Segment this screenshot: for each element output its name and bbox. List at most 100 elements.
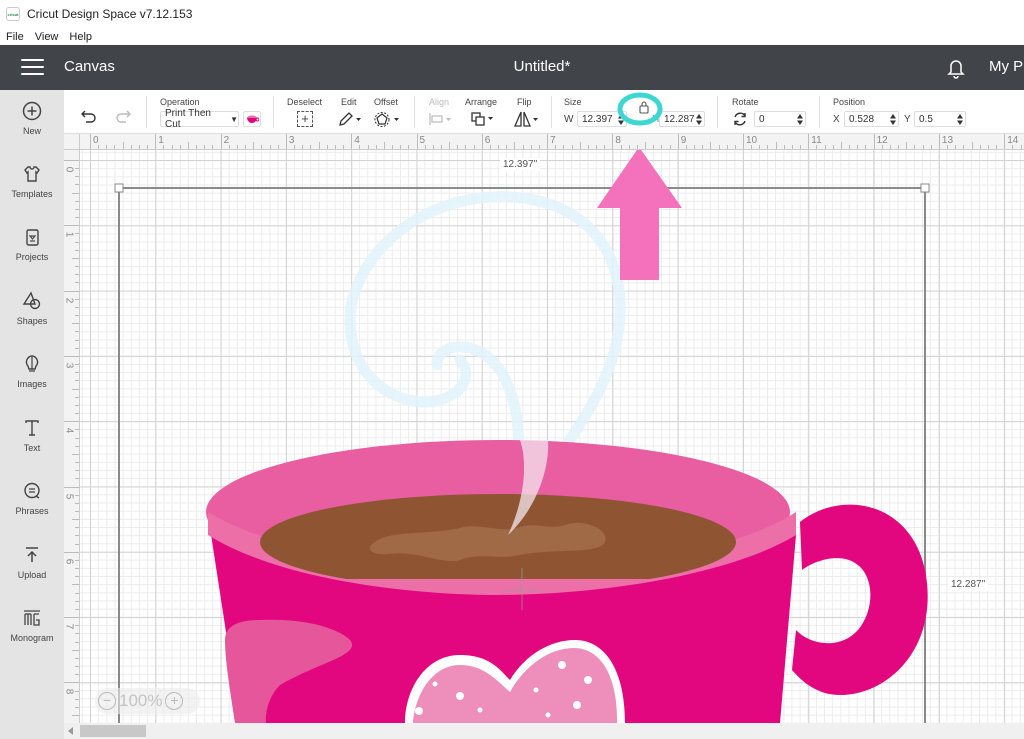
- menu-bar: File View Help: [0, 28, 1024, 45]
- undo-icon[interactable]: [80, 108, 98, 124]
- ruler-major-tick: [808, 134, 810, 149]
- sidebar-item-phrases[interactable]: Phrases: [0, 480, 64, 540]
- ruler-minor-tick: [72, 388, 79, 390]
- cup-thumbnail-icon: [246, 115, 259, 123]
- my-projects-link[interactable]: My Projects: [989, 58, 1024, 75]
- ruler-major-tick: [64, 160, 79, 161]
- rotate-input[interactable]: 0: [754, 111, 806, 127]
- sidebar-item-new[interactable]: New: [0, 100, 64, 160]
- ruler-label: 7: [550, 135, 556, 146]
- ruler-major-tick: [873, 134, 875, 149]
- sidebar-item-shapes[interactable]: Shapes: [0, 290, 64, 350]
- x-spinner-icon[interactable]: [890, 114, 896, 125]
- ruler-label: 4: [64, 427, 75, 434]
- deselect-label: Deselect: [287, 97, 323, 107]
- sidebar-item-text[interactable]: Text: [0, 417, 64, 477]
- sidebar-label: Text: [23, 443, 41, 453]
- sidebar-item-monogram[interactable]: Monogram: [0, 607, 64, 667]
- ruler-major-tick: [64, 551, 79, 553]
- sidebar-item-projects[interactable]: Projects: [0, 226, 64, 286]
- ruler-major-tick: [285, 134, 287, 149]
- ruler-minor-tick: [971, 142, 973, 149]
- offset-icon[interactable]: [374, 111, 402, 127]
- offset-label: Offset: [374, 97, 398, 107]
- scroll-left-arrow-icon[interactable]: [68, 727, 73, 735]
- align-label: Align: [429, 97, 450, 107]
- lightbulb-icon: [25, 355, 39, 372]
- ruler-major-tick: [416, 134, 418, 149]
- height-value: 12.287: [664, 113, 695, 125]
- flip-icon[interactable]: [513, 110, 541, 128]
- y-position-input[interactable]: 0.5: [914, 111, 966, 127]
- x-value: 0.528: [849, 113, 875, 125]
- menu-view[interactable]: View: [35, 31, 59, 43]
- ruler-label: 9: [680, 135, 687, 146]
- y-spinner-icon[interactable]: [957, 114, 963, 125]
- sidebar-label: Monogram: [10, 633, 54, 643]
- ruler-label: 2: [223, 135, 230, 146]
- ruler-minor-tick: [72, 715, 79, 717]
- menu-help[interactable]: Help: [69, 31, 92, 43]
- ruler-label: 3: [64, 362, 75, 369]
- ruler-major-tick: [677, 134, 679, 149]
- rotate-icon[interactable]: [732, 111, 748, 127]
- bell-icon[interactable]: [945, 57, 967, 79]
- ruler-label: 14: [1007, 135, 1019, 146]
- left-ruler: 0 1 2 3 4 5 6 7 8: [64, 150, 80, 723]
- sidebar-label: Templates: [11, 189, 53, 199]
- redo-icon[interactable]: [114, 108, 132, 124]
- ruler-label: 4: [354, 135, 360, 146]
- ruler-label: 5: [64, 493, 75, 499]
- sidebar-item-upload[interactable]: Upload: [0, 544, 64, 604]
- design-canvas[interactable]: 12.397" 12.287": [80, 150, 1024, 723]
- zoom-out-button[interactable]: −: [98, 692, 116, 710]
- logo-text: cricut: [7, 11, 19, 17]
- rotate-value: 0: [759, 113, 765, 125]
- ruler-minor-tick: [645, 142, 647, 149]
- ruler-label: 13: [941, 135, 954, 146]
- menu-file[interactable]: File: [6, 31, 24, 43]
- sidebar-label: Upload: [17, 570, 47, 580]
- ruler-major-tick: [155, 134, 157, 149]
- selection-handle-top-left: [114, 183, 124, 193]
- scrollbar-thumb[interactable]: [80, 725, 146, 737]
- ruler-minor-tick: [72, 649, 79, 651]
- rotate-spinner-icon[interactable]: [797, 114, 803, 125]
- ruler-label: 8: [615, 135, 621, 146]
- width-value: 12.397: [582, 113, 613, 125]
- align-icon[interactable]: [428, 112, 454, 126]
- edit-label: Edit: [341, 97, 357, 107]
- ruler-minor-tick: [906, 142, 908, 149]
- height-input[interactable]: 12.287: [659, 111, 705, 127]
- ruler-label: 12: [876, 135, 888, 146]
- operation-label: Operation: [160, 97, 200, 107]
- project-card-icon: [26, 229, 39, 246]
- sidebar-item-images[interactable]: Images: [0, 353, 64, 413]
- ruler-minor-tick: [72, 257, 79, 259]
- plus-circle-icon: [22, 101, 42, 121]
- horizontal-scrollbar[interactable]: [64, 723, 1024, 739]
- deselect-icon[interactable]: +: [297, 111, 313, 127]
- ruler-label: 2: [64, 297, 75, 303]
- sidebar-item-templates[interactable]: Templates: [0, 163, 64, 223]
- ruler-minor-tick: [72, 584, 79, 586]
- material-color-swatch[interactable]: [243, 111, 261, 127]
- arrange-icon[interactable]: [470, 111, 496, 127]
- window-titlebar: cricut Cricut Design Space v7.12.153: [0, 0, 1024, 28]
- height-spinner-icon[interactable]: [696, 114, 702, 125]
- x-position-input[interactable]: 0.528: [844, 111, 899, 127]
- ruler-minor-tick: [72, 519, 79, 521]
- height-dimension-label: 12.287": [948, 578, 989, 591]
- zoom-in-button[interactable]: +: [165, 692, 184, 710]
- shirt-icon: [24, 166, 40, 182]
- cup-handle: [792, 504, 928, 695]
- sidebar-label: New: [22, 126, 41, 136]
- upload-arrow-icon: [26, 547, 38, 562]
- ruler-major-tick: [64, 421, 79, 423]
- top-ruler: 0 1 2 3 4 5 6 7 8 9 10 11 12 13 14: [64, 134, 1024, 150]
- arrange-label: Arrange: [465, 97, 498, 107]
- position-label: Position: [833, 97, 866, 107]
- ruler-label: 5: [419, 135, 426, 146]
- operation-select[interactable]: Print Then Cut ▼: [160, 108, 239, 130]
- pencil-edit-icon[interactable]: [338, 111, 364, 127]
